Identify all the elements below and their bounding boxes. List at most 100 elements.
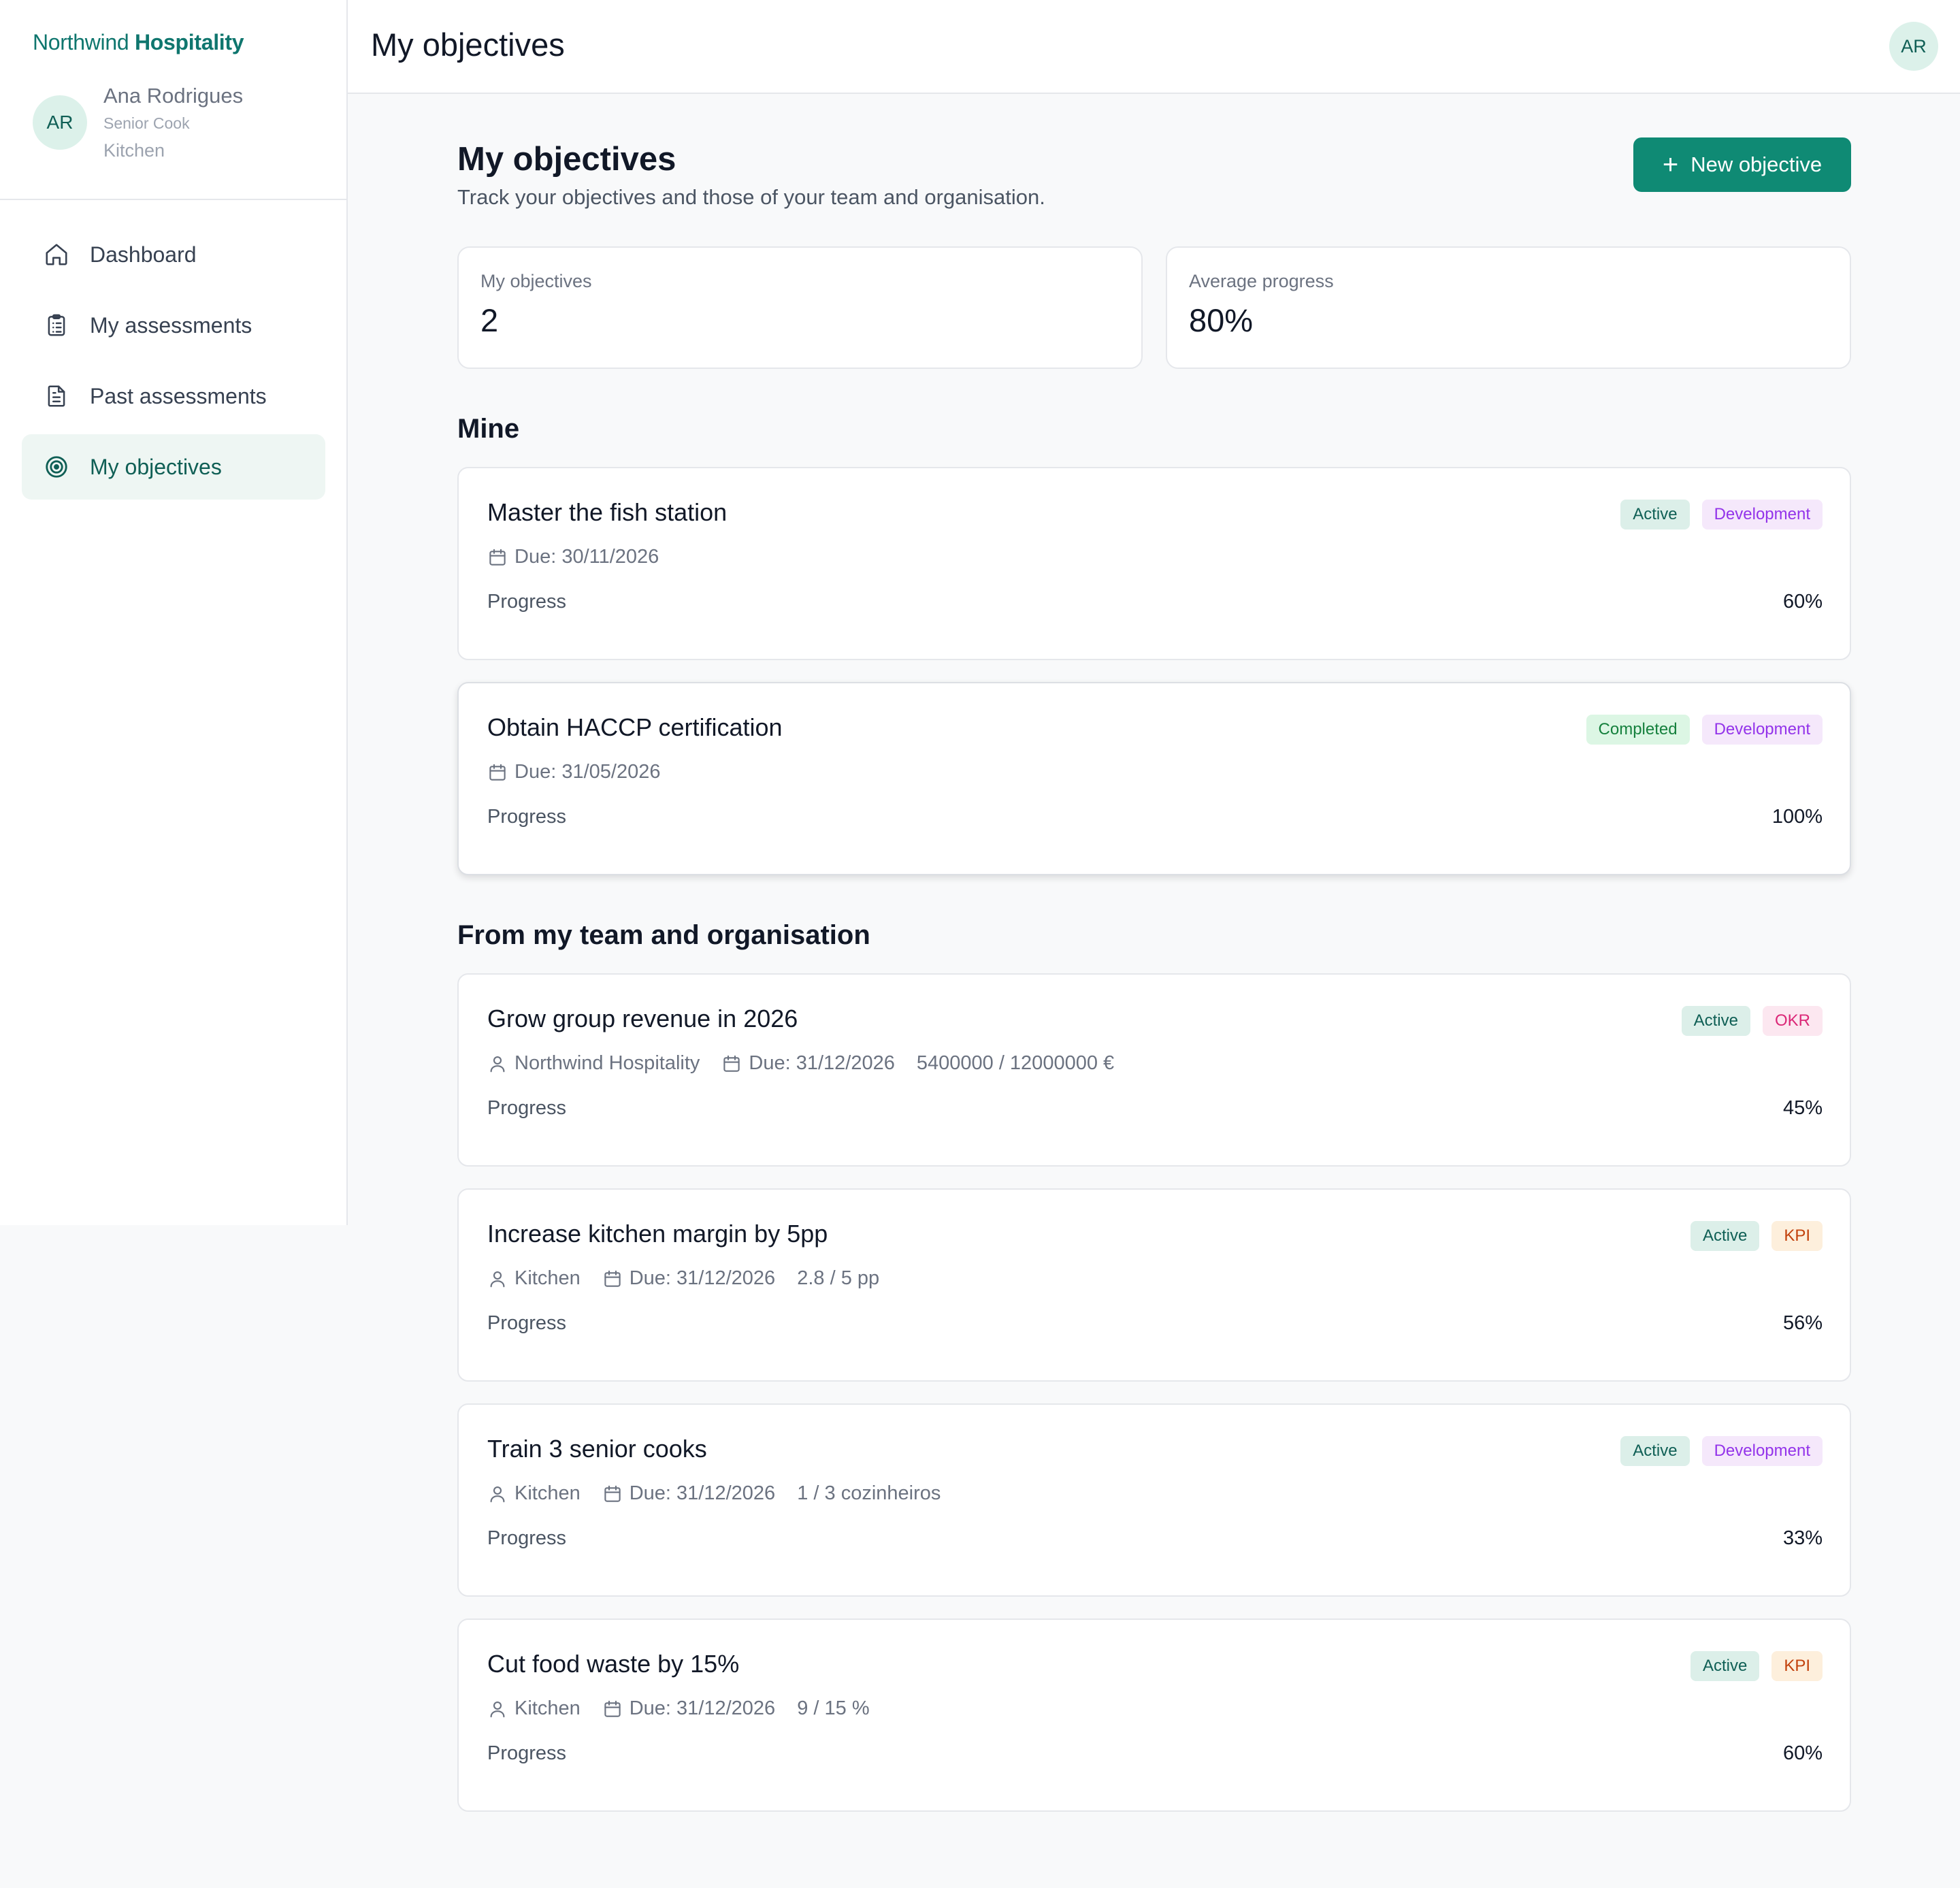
stat-value: 80% [1189, 302, 1254, 338]
type-badge: Development [1701, 500, 1823, 530]
user-icon [490, 1701, 505, 1717]
status-badge: Completed [1586, 715, 1690, 745]
objective-card[interactable]: Grow group revenue in 2026 Active OKR No… [457, 973, 1851, 1167]
brand-logo[interactable]: Northwind Hospitality [33, 30, 244, 55]
page-subtitle: Track your objectives and those of your … [457, 185, 1045, 209]
sidebar-item-label: My objectives [90, 454, 222, 479]
user-icon [490, 1271, 505, 1287]
brand-name-part1: Northwind [33, 30, 129, 54]
calendar-icon [604, 1270, 621, 1287]
objective-title: Increase kitchen margin by 5pp [487, 1220, 828, 1248]
stat-label: Average progress [1189, 271, 1334, 291]
progress-value: 60% [1782, 591, 1823, 613]
calendar-icon [489, 549, 506, 566]
progress-value: 45% [1782, 1097, 1823, 1119]
due-date: Due: 31/12/2026 [629, 1697, 776, 1719]
objective-title: Master the fish station [487, 498, 728, 526]
user-avatar: AR [33, 95, 87, 150]
top-bar-title: My objectives [371, 27, 565, 63]
type-badge: Development [1701, 715, 1823, 745]
progress-label: Progress [487, 1312, 567, 1334]
progress-label: Progress [487, 1527, 567, 1549]
objective-title: Obtain HACCP certification [487, 713, 783, 741]
type-badge: Development [1701, 1436, 1823, 1466]
progress-label: Progress [487, 591, 567, 613]
target-icon [46, 456, 67, 478]
objective-card[interactable]: Train 3 senior cooks Active Development … [457, 1403, 1851, 1597]
sidebar-item-dashboard[interactable]: Dashboard [22, 222, 325, 287]
sidebar-nav: Dashboard My assessments Past assessment… [22, 222, 325, 505]
owner: Kitchen [514, 1482, 581, 1504]
section-title-mine: Mine [457, 414, 520, 444]
owner: Northwind Hospitality [514, 1052, 700, 1074]
calendar-icon [723, 1055, 740, 1072]
document-icon [48, 385, 65, 407]
type-badge: KPI [1771, 1651, 1823, 1681]
sidebar-item-label: My assessments [90, 312, 252, 338]
progress-value: 100% [1771, 806, 1823, 828]
due-date: Due: 31/12/2026 [629, 1267, 776, 1289]
user-name: Ana Rodrigues [103, 84, 244, 108]
objective-card[interactable]: Master the fish station Active Developme… [457, 467, 1851, 660]
due-date: Due: 31/12/2026 [749, 1052, 895, 1074]
sidebar-item-label: Past assessments [90, 383, 267, 408]
section-title-team: From my team and organisation [457, 920, 870, 950]
objective-card[interactable]: Cut food waste by 15% Active KPI Kitchen… [457, 1618, 1851, 1812]
stat-card-my-objectives: My objectives 2 [457, 246, 1143, 369]
type-badge: KPI [1771, 1221, 1823, 1251]
due-date: Due: 31/12/2026 [629, 1482, 776, 1504]
status-badge: Active [1681, 1006, 1750, 1036]
target-value: 2.8 / 5 pp [797, 1267, 880, 1289]
due-date: Due: 30/11/2026 [514, 546, 659, 568]
sidebar-item-my-objectives[interactable]: My objectives [22, 434, 325, 500]
progress-value: 33% [1782, 1527, 1823, 1549]
new-objective-button[interactable]: + New objective [1633, 137, 1851, 192]
new-objective-label: New objective [1690, 152, 1823, 176]
status-badge: Active [1620, 500, 1690, 530]
objective-card[interactable]: Obtain HACCP certification Completed Dev… [457, 682, 1851, 875]
calendar-icon [604, 1485, 621, 1502]
type-badge: OKR [1762, 1006, 1823, 1036]
brand-name-part2: Hospitality [134, 30, 244, 54]
status-badge: Active [1690, 1221, 1760, 1251]
stat-card-average-progress: Average progress 80% [1166, 246, 1851, 369]
home-icon [46, 244, 67, 265]
user-icon [490, 1486, 505, 1502]
account-avatar[interactable]: AR [1889, 22, 1938, 71]
progress-value: 56% [1782, 1312, 1823, 1334]
due-date: Due: 31/05/2026 [514, 761, 661, 783]
objective-title: Cut food waste by 15% [487, 1650, 740, 1678]
calendar-icon [489, 764, 506, 781]
clipboard-icon [48, 314, 65, 336]
owner: Kitchen [514, 1267, 581, 1289]
calendar-icon [604, 1700, 621, 1717]
stats-row: My objectives 2 Average progress 80% [457, 246, 1851, 369]
target-value: 5400000 / 12000000 € [916, 1052, 1115, 1074]
progress-label: Progress [487, 806, 567, 828]
user-department: Kitchen [103, 140, 165, 161]
plus-icon: + [1662, 150, 1679, 180]
sidebar-item-past-assessments[interactable]: Past assessments [22, 363, 325, 429]
user-role: Senior Cook [103, 114, 190, 132]
page-title: My objectives [457, 141, 676, 178]
objective-title: Train 3 senior cooks [487, 1435, 707, 1463]
target-value: 9 / 15 % [797, 1697, 870, 1719]
sidebar-divider [0, 199, 346, 200]
stat-label: My objectives [480, 271, 592, 291]
objective-card[interactable]: Increase kitchen margin by 5pp Active KP… [457, 1188, 1851, 1382]
stat-value: 2 [480, 302, 499, 338]
sidebar-item-my-assessments[interactable]: My assessments [22, 293, 325, 358]
user-profile: AR Ana Rodrigues Senior Cook Kitchen [33, 82, 243, 165]
status-badge: Active [1690, 1651, 1760, 1681]
sidebar-item-label: Dashboard [90, 242, 197, 267]
objective-title: Grow group revenue in 2026 [487, 1005, 798, 1032]
sidebar: Northwind Hospitality AR Ana Rodrigues S… [0, 0, 348, 1225]
owner: Kitchen [514, 1697, 581, 1719]
status-badge: Active [1620, 1436, 1690, 1466]
progress-label: Progress [487, 1742, 567, 1764]
top-bar: My objectives AR [348, 0, 1960, 94]
user-icon [490, 1056, 505, 1072]
progress-value: 60% [1782, 1742, 1823, 1764]
progress-label: Progress [487, 1097, 567, 1119]
target-value: 1 / 3 cozinheiros [797, 1482, 941, 1504]
